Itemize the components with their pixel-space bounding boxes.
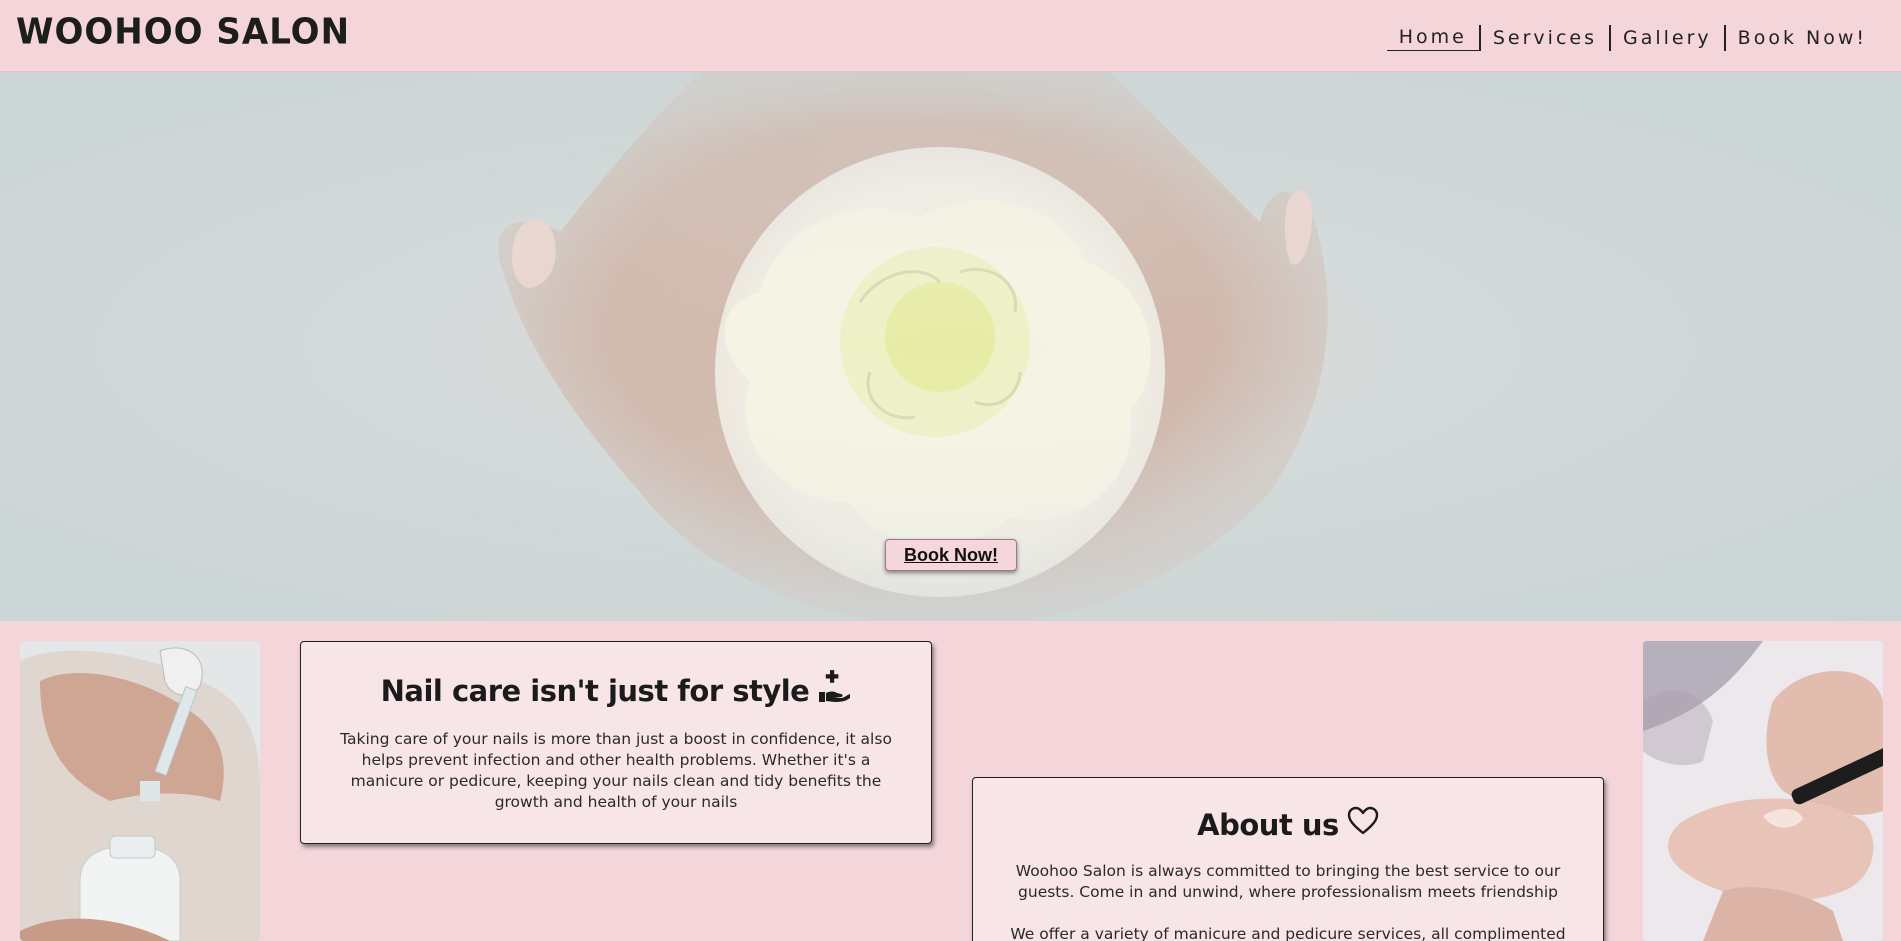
nail-care-title-text: Nail care isn't just for style bbox=[380, 673, 810, 708]
nail-care-title: Nail care isn't just for style bbox=[301, 670, 931, 711]
site-header: WOOHOO SALON Home Services Gallery Book … bbox=[0, 0, 1901, 72]
nav-home[interactable]: Home bbox=[1386, 24, 1479, 51]
nail-oil-photo bbox=[20, 641, 260, 941]
main-nav: Home Services Gallery Book Now! bbox=[1386, 24, 1879, 51]
hero-banner: Book Now! bbox=[0, 72, 1901, 621]
dropper-image bbox=[20, 641, 260, 941]
heart-icon bbox=[1347, 806, 1379, 843]
hand-heart-icon bbox=[817, 670, 851, 711]
about-us-card: About us Woohoo Salon is always committe… bbox=[972, 777, 1604, 941]
nail-care-text: Taking care of your nails is more than j… bbox=[340, 730, 892, 811]
book-now-button[interactable]: Book Now! bbox=[885, 539, 1017, 571]
about-us-paragraph-1: Woohoo Salon is always committed to brin… bbox=[1015, 862, 1561, 901]
about-us-text: Woohoo Salon is always committed to brin… bbox=[1003, 861, 1573, 941]
nav-book-now[interactable]: Book Now! bbox=[1726, 25, 1879, 51]
about-us-paragraph-2: We offer a variety of manicure and pedic… bbox=[1010, 925, 1566, 941]
polish-image bbox=[1643, 641, 1883, 941]
about-us-title: About us bbox=[973, 806, 1603, 843]
nav-services[interactable]: Services bbox=[1481, 25, 1609, 51]
nail-polish-photo bbox=[1643, 641, 1883, 941]
about-us-title-text: About us bbox=[1197, 807, 1339, 842]
nav-gallery[interactable]: Gallery bbox=[1611, 25, 1724, 51]
site-logo[interactable]: WOOHOO SALON bbox=[16, 11, 350, 53]
nail-care-card: Nail care isn't just for style Taking ca… bbox=[300, 641, 932, 844]
